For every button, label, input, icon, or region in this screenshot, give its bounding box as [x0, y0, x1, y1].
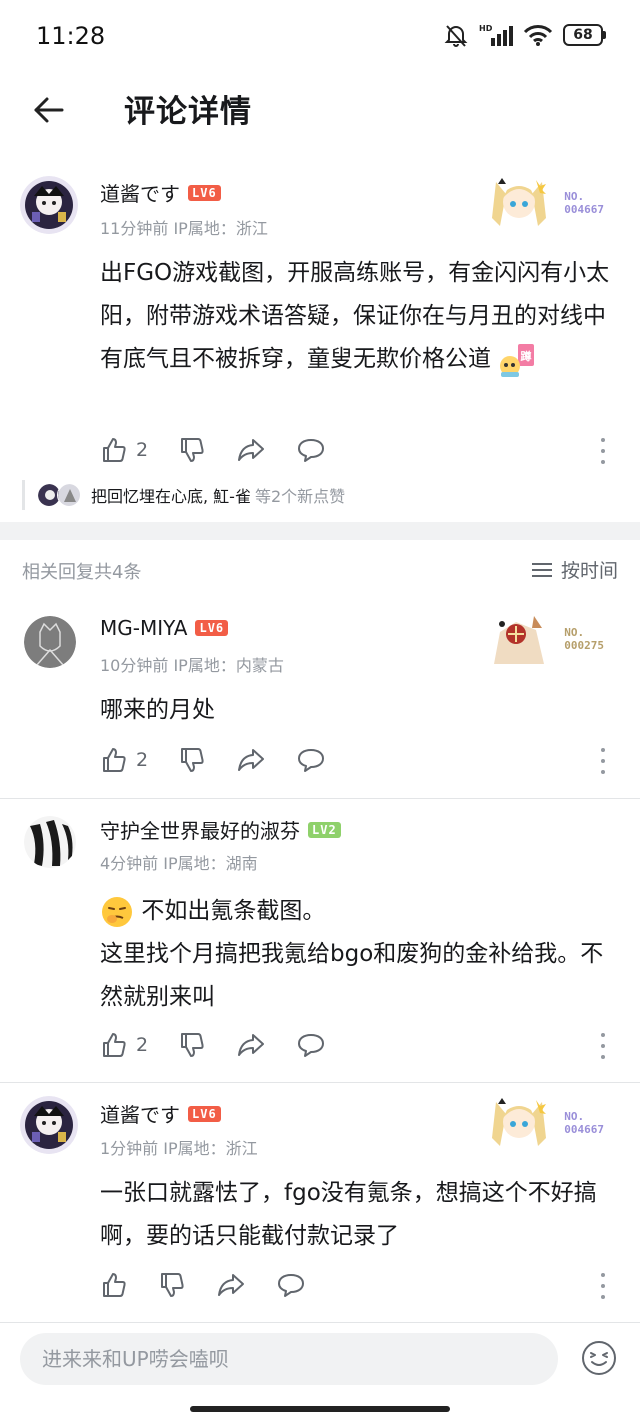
- reply-button[interactable]: [296, 436, 326, 464]
- reply-button[interactable]: [296, 1031, 326, 1059]
- level-badge: LV6: [195, 620, 229, 636]
- battery-icon: 68: [563, 24, 606, 46]
- comment-actions: 2: [100, 743, 620, 777]
- share-icon: [238, 749, 265, 771]
- emoji-sticker-icon: 蹲: [500, 343, 535, 377]
- comment-meta: 4分钟前 IP属地：湖南: [100, 854, 258, 873]
- more-options-icon[interactable]: [598, 1033, 608, 1059]
- back-button[interactable]: [24, 88, 72, 132]
- fan-badge[interactable]: NO. 004667: [486, 1096, 610, 1150]
- like-button[interactable]: 2: [100, 746, 148, 774]
- smirk-emoji-icon: [102, 896, 132, 927]
- fan-badge[interactable]: NO. 000275: [486, 612, 610, 666]
- comment-bubble-icon: [278, 1274, 304, 1297]
- fan-number: NO. 004667: [564, 190, 604, 216]
- liked-by[interactable]: 把回忆埋在心底, 魟-雀 等2个新点赞: [22, 480, 345, 510]
- level-badge: LV2: [308, 821, 341, 838]
- header: 评论详情: [0, 72, 640, 148]
- fan-number: NO. 000275: [564, 626, 604, 652]
- status-icons: HD 68: [443, 22, 606, 48]
- username[interactable]: MG-MIYA LV6: [100, 616, 229, 640]
- svg-text:蹲: 蹲: [521, 349, 532, 363]
- thumb-up-icon: [103, 438, 126, 462]
- like-button[interactable]: [100, 1271, 128, 1299]
- thumb-up-icon: [103, 748, 126, 772]
- page-title: 评论详情: [124, 94, 252, 130]
- battery-level: 68: [563, 24, 603, 46]
- svg-text:HD: HD: [479, 24, 493, 33]
- comment-bubble-icon: [298, 749, 325, 772]
- more-options-icon[interactable]: [598, 1273, 608, 1299]
- avatar[interactable]: [20, 1096, 78, 1154]
- section-divider: [0, 522, 640, 540]
- dislike-button[interactable]: [158, 1271, 186, 1299]
- comment-meta: 1分钟前 IP属地：浙江: [100, 1139, 258, 1158]
- emoji-picker-button[interactable]: [580, 1339, 618, 1377]
- share-button[interactable]: [236, 436, 266, 464]
- comment-actions: 2: [100, 433, 620, 467]
- share-icon: [238, 1034, 265, 1056]
- like-button[interactable]: 2: [100, 1031, 148, 1059]
- home-indicator: [190, 1406, 450, 1412]
- sort-button[interactable]: 按时间: [531, 556, 618, 583]
- avatar[interactable]: [24, 616, 76, 668]
- avatar[interactable]: [24, 816, 76, 868]
- dislike-button[interactable]: [178, 436, 206, 464]
- thumb-down-icon: [181, 438, 204, 462]
- username[interactable]: 道酱です LV6: [100, 178, 221, 207]
- comment-actions: 2: [100, 1028, 620, 1062]
- username[interactable]: 守护全世界最好的淑芬 LV2: [100, 815, 341, 844]
- comment-meta: 11分钟前 IP属地：浙江: [100, 219, 268, 238]
- fan-badge[interactable]: NO. 004667: [486, 176, 610, 230]
- wifi-icon: [523, 25, 553, 46]
- divider: [0, 798, 640, 799]
- thumb-up-icon: [103, 1273, 126, 1297]
- comment-bubble-icon: [298, 439, 325, 462]
- thumb-down-icon: [181, 1033, 204, 1057]
- arrow-left-icon: [34, 97, 64, 123]
- comment-bubble-icon: [298, 1034, 325, 1057]
- share-button[interactable]: [236, 746, 266, 774]
- liker-avatar: [57, 483, 81, 507]
- comment-input[interactable]: 进来来和UP唠会嗑呗: [20, 1333, 558, 1385]
- share-button[interactable]: [216, 1271, 246, 1299]
- status-bar: 11:28 HD 68: [0, 0, 640, 72]
- list-sort-icon: [531, 562, 552, 577]
- comment-text: 哪来的月处: [100, 697, 215, 723]
- more-options-icon[interactable]: [598, 438, 608, 464]
- level-badge: LV6: [188, 184, 221, 201]
- divider: [0, 1082, 640, 1083]
- reply-count: 相关回复共4条: [22, 562, 142, 583]
- more-options-icon[interactable]: [598, 748, 608, 774]
- reply-button[interactable]: [296, 746, 326, 774]
- status-time: 11:28: [36, 22, 106, 50]
- share-button[interactable]: [236, 1031, 266, 1059]
- share-icon: [218, 1274, 244, 1296]
- comment-actions: [100, 1268, 620, 1302]
- comment-text: 出FGO游戏截图，开服高练账号，有金闪闪有小太阳，附带游戏术语答疑，保证你在与月…: [100, 252, 620, 381]
- avatar[interactable]: [20, 176, 78, 234]
- share-icon: [238, 439, 265, 461]
- username[interactable]: 道酱です LV6: [100, 1099, 221, 1128]
- comment-meta: 10分钟前 IP属地：内蒙古: [100, 656, 284, 675]
- emoji-face-icon: [582, 1341, 616, 1375]
- comment-text: 不如出氪条截图。 这里找个月搞把我氪给bgo和废狗的金补给我。不然就别来叫: [100, 890, 620, 1019]
- thumb-down-icon: [181, 748, 204, 772]
- reply-button[interactable]: [276, 1271, 306, 1299]
- dislike-button[interactable]: [178, 1031, 206, 1059]
- dislike-button[interactable]: [178, 746, 206, 774]
- thumb-up-icon: [103, 1033, 126, 1057]
- thumb-down-icon: [161, 1273, 184, 1297]
- comment-text: 一张口就露怯了，fgo没有氪条，想搞这个不好搞啊，要的话只能截付款记录了: [100, 1180, 597, 1249]
- signal-icon: HD: [479, 24, 513, 46]
- level-badge: LV6: [188, 1105, 221, 1122]
- mute-bell-icon: [444, 25, 468, 47]
- fan-number: NO. 004667: [564, 1110, 604, 1136]
- like-button[interactable]: 2: [100, 436, 148, 464]
